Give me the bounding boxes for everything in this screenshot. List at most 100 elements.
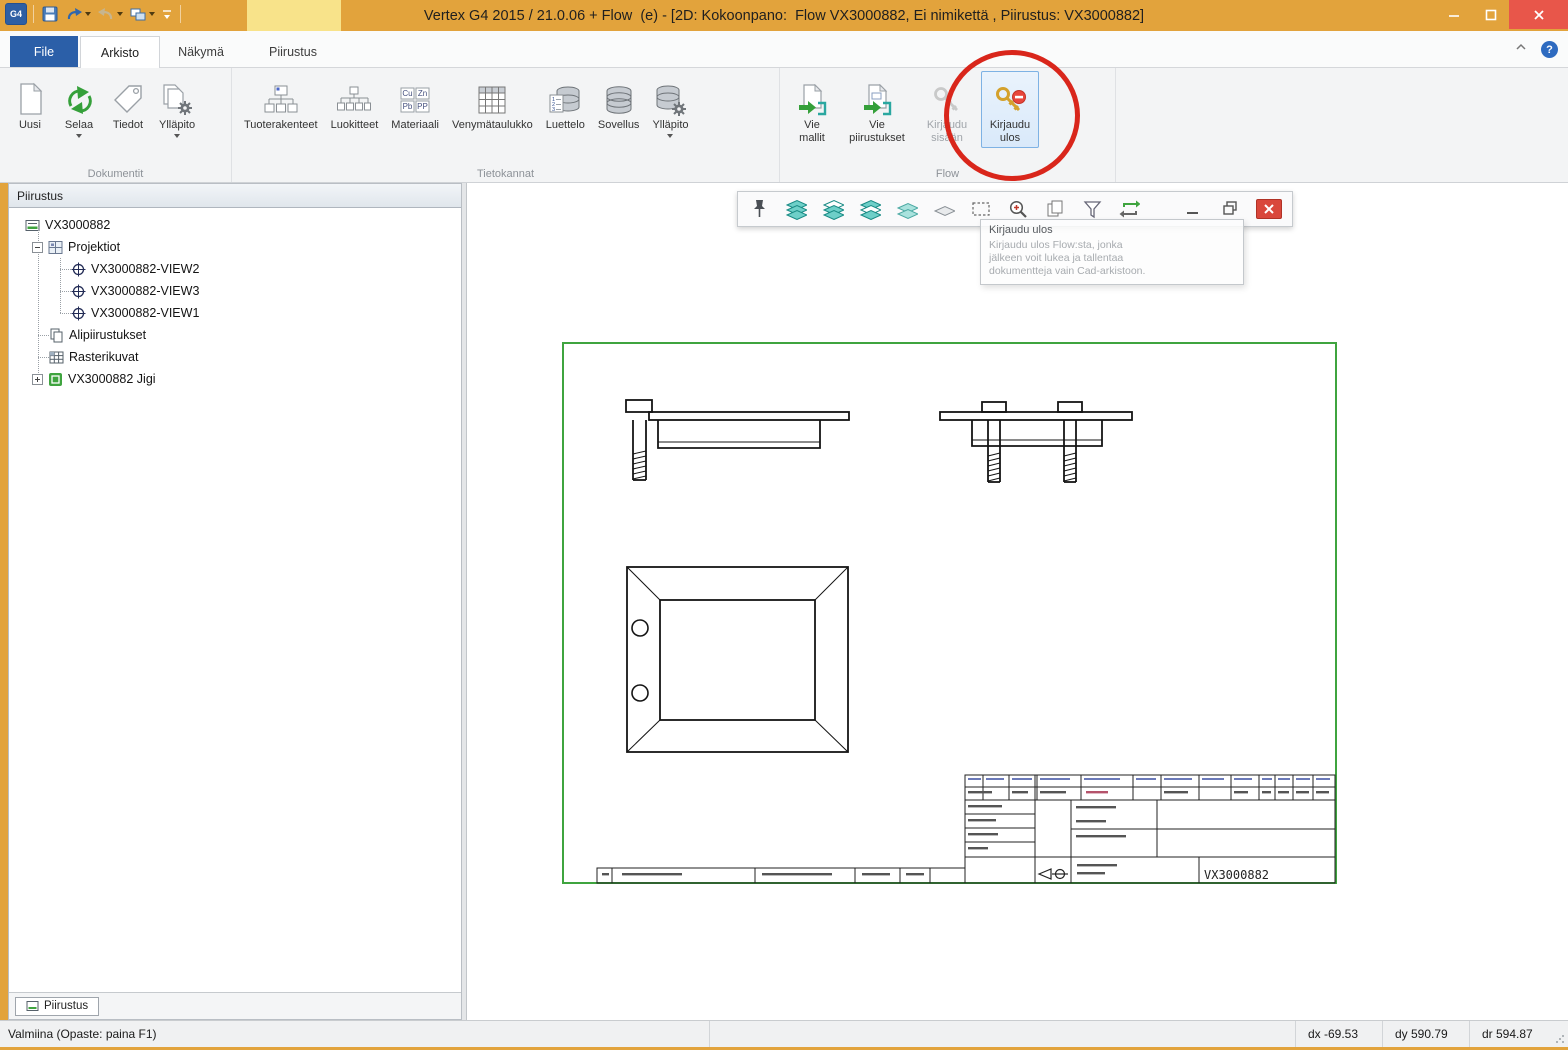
- panel-tab-piirustus[interactable]: Piirustus: [15, 997, 99, 1016]
- tab-piirustus[interactable]: Piirustus: [242, 36, 344, 67]
- tab-arkisto[interactable]: Arkisto: [80, 36, 160, 68]
- layers-stack-icon[interactable]: [785, 198, 807, 220]
- tuoterakenteet-button[interactable]: Tuoterakenteet: [240, 71, 322, 135]
- product-structure-icon: [264, 76, 298, 116]
- collapse-ribbon-button[interactable]: [1513, 40, 1529, 59]
- tree-item-rasterikuvat[interactable]: Rasterikuvat: [9, 346, 461, 368]
- help-button[interactable]: ?: [1541, 41, 1558, 58]
- minimize-icon: [1184, 200, 1202, 218]
- dropdown-arrow-icon: [174, 134, 180, 138]
- tab-nakyma[interactable]: Näkymä: [162, 36, 240, 67]
- marquee-icon[interactable]: [970, 198, 992, 220]
- dropdown-arrow-icon: [117, 12, 123, 16]
- status-message: Valmiina (Opaste: paina F1): [8, 1027, 157, 1041]
- window-switch-button[interactable]: [128, 5, 156, 24]
- copy-icon[interactable]: [1044, 198, 1066, 220]
- toolbar-restore-button[interactable]: [1219, 198, 1241, 220]
- ribbon-group-dokumentit: Uusi Selaa Tiedot Ylläpito Dokumentit: [0, 68, 232, 182]
- tab-file[interactable]: File: [10, 36, 78, 67]
- maintain-documents-icon: [160, 76, 194, 116]
- app-icon[interactable]: G4: [5, 3, 27, 25]
- tiedot-button[interactable]: Tiedot: [106, 71, 150, 135]
- panel-header: Piirustus: [9, 184, 461, 208]
- layers-top-icon[interactable]: [822, 198, 844, 220]
- separator: [709, 1021, 710, 1047]
- view-icon: [71, 262, 86, 277]
- tree-item-alipiirustukset[interactable]: Alipiirustukset: [9, 324, 461, 346]
- luettelo-button[interactable]: 123 Luettelo: [542, 71, 589, 135]
- jig-icon: [48, 372, 63, 387]
- raster-icon: [49, 350, 64, 365]
- window-title: Vertex G4 2015 / 21.0.06 + Flow (e) - [2…: [0, 0, 1568, 31]
- window-controls: [1435, 0, 1568, 29]
- undo-button[interactable]: [64, 5, 92, 23]
- kirjaudu-ulos-button[interactable]: Kirjaudu ulos: [981, 71, 1039, 148]
- yllapito-dokumentit-button[interactable]: Ylläpito: [155, 71, 199, 141]
- expand-expander[interactable]: [32, 374, 43, 385]
- redo-button[interactable]: [96, 5, 124, 23]
- filter-icon[interactable]: [1081, 198, 1103, 220]
- materiaali-button[interactable]: CuZnPbPP Materiaali: [387, 71, 443, 135]
- close-button[interactable]: [1509, 0, 1568, 29]
- overflow-icon: [161, 7, 173, 21]
- tree-item-jigi[interactable]: VX3000882 Jigi: [9, 368, 461, 390]
- minimize-icon: [1447, 8, 1461, 22]
- new-document-icon: [15, 76, 45, 116]
- browse-refresh-icon: [63, 76, 95, 116]
- classification-icon: [337, 76, 371, 116]
- quick-access-toolbar: G4: [5, 3, 183, 25]
- plane-icon[interactable]: [933, 198, 955, 220]
- drawing-icon: [26, 1000, 39, 1012]
- selaa-button[interactable]: Selaa: [57, 71, 101, 141]
- tree-item-root[interactable]: VX3000882: [9, 214, 461, 236]
- qat-overflow-button[interactable]: [160, 6, 174, 22]
- toolbar-close-button[interactable]: [1256, 199, 1282, 219]
- panel-tab-strip: Piirustus: [9, 992, 461, 1019]
- statusbar: Valmiina (Opaste: paina F1) dx -69.53 dy…: [0, 1020, 1568, 1047]
- view-icon: [71, 284, 86, 299]
- ribbon-tab-row: File Arkisto Näkymä Piirustus ?: [0, 31, 1568, 68]
- drawing-canvas[interactable]: VX3000882 Kirjaudu ulos Kirjaudu ulos Fl…: [467, 183, 1568, 1020]
- maintain-database-icon: [653, 76, 687, 116]
- dropdown-arrow-icon: [76, 134, 82, 138]
- logout-key-icon: [993, 76, 1027, 116]
- uusi-button[interactable]: Uusi: [8, 71, 52, 135]
- pin-icon[interactable]: [748, 198, 770, 220]
- sovellus-button[interactable]: Sovellus: [594, 71, 644, 135]
- tree-item-view2[interactable]: VX3000882-VIEW2: [9, 258, 461, 280]
- svg-text:Cu: Cu: [403, 89, 413, 98]
- tree-item-view1[interactable]: VX3000882-VIEW1: [9, 302, 461, 324]
- venymataulukko-button[interactable]: Venymätaulukko: [448, 71, 537, 135]
- tooltip-title: Kirjaudu ulos: [989, 224, 1235, 236]
- kirjaudu-sisaan-button[interactable]: Kirjaudu sisään: [918, 71, 976, 148]
- layers-mid-icon[interactable]: [859, 198, 881, 220]
- vie-mallit-button[interactable]: Vie mallit: [788, 71, 836, 148]
- strain-table-icon: [476, 76, 508, 116]
- tree-item-projektiot[interactable]: Projektiot: [9, 236, 461, 258]
- svg-text:Zn: Zn: [418, 89, 427, 98]
- restore-icon: [1220, 199, 1240, 219]
- separator: [180, 5, 181, 23]
- title-block-drawing-number: VX3000882: [1204, 868, 1269, 882]
- status-dr: dr 594.87: [1482, 1027, 1533, 1041]
- view-icon: [71, 306, 86, 321]
- zoom-in-icon[interactable]: [1007, 198, 1029, 220]
- tree-item-view3[interactable]: VX3000882-VIEW3: [9, 280, 461, 302]
- luokitteet-button[interactable]: Luokitteet: [327, 71, 383, 135]
- vie-piirustukset-button[interactable]: Vie piirustukset: [841, 71, 913, 148]
- save-button[interactable]: [40, 4, 60, 24]
- application-window: Vertex G4 2015 / 21.0.06 + Flow (e) - [2…: [0, 0, 1568, 1050]
- login-key-icon: [931, 76, 963, 116]
- resize-grip-icon[interactable]: [1555, 1034, 1565, 1044]
- yllapito-tietokannat-button[interactable]: Ylläpito: [648, 71, 692, 141]
- collapse-expander[interactable]: [32, 242, 43, 253]
- material-grid-icon: CuZnPbPP: [398, 76, 432, 116]
- maximize-button[interactable]: [1472, 0, 1509, 29]
- tree-connector: [60, 269, 71, 270]
- minimize-button[interactable]: [1435, 0, 1472, 29]
- group-label: Dokumentit: [0, 168, 231, 180]
- reload-icon[interactable]: [1118, 198, 1140, 220]
- layers-pair-icon[interactable]: [896, 198, 918, 220]
- toolbar-minimize-button[interactable]: [1182, 198, 1204, 220]
- project-icon: [48, 240, 63, 255]
